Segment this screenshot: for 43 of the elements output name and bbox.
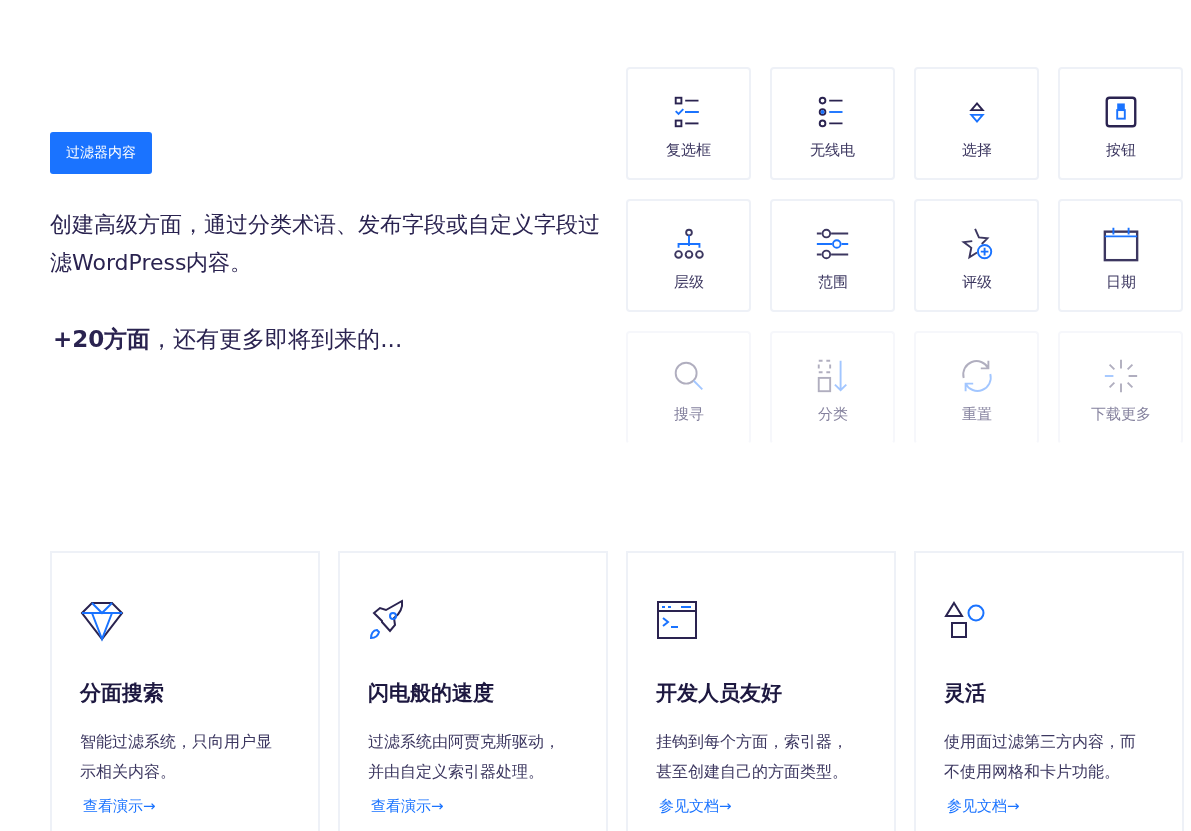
feature-description: 挂钩到每个方面，索引器，甚至创建自己的方面类型。 — [656, 731, 849, 783]
facet-tile[interactable]: 无线电 — [770, 67, 895, 180]
hierarchy-icon — [673, 228, 704, 259]
facet-tile[interactable]: 范围 — [770, 199, 895, 312]
feature-description: 使用面过滤第三方内容，而不使用网格和卡片功能。 — [944, 731, 1137, 783]
feature-link[interactable]: 参见文档→ — [659, 797, 732, 816]
facet-tile[interactable]: 分类 — [770, 331, 895, 444]
sort-icon — [817, 359, 847, 393]
switch-icon — [1105, 96, 1136, 128]
more-text: +20方面，还有更多即将到来的... — [53, 325, 404, 354]
feature-description: 智能过滤系统，只向用户显示相关内容。 — [80, 731, 273, 783]
feature-title: 分面搜索 — [80, 680, 165, 707]
facet-tile[interactable]: 选择 — [914, 67, 1039, 180]
rocket-icon — [370, 600, 404, 639]
up-down-icon — [968, 102, 985, 123]
feature-description: 过滤系统由阿贾克斯驱动，并由自定义索引器处理。 — [368, 731, 561, 783]
facet-tile[interactable]: 按钮 — [1058, 67, 1183, 180]
facet-tile[interactable]: 下载更多 — [1058, 331, 1183, 444]
terminal-icon — [657, 601, 697, 639]
feature-link[interactable]: 查看演示→ — [371, 797, 444, 816]
feature-link[interactable]: 查看演示→ — [83, 797, 156, 816]
facet-tile[interactable]: 复选框 — [626, 67, 751, 180]
feature-link[interactable]: 参见文档→ — [947, 797, 1020, 816]
search-icon — [674, 361, 703, 391]
feature-title: 闪电般的速度 — [368, 680, 495, 707]
spinner-icon — [1103, 358, 1138, 394]
calendar-icon — [1103, 226, 1138, 262]
facet-tile[interactable]: 评级 — [914, 199, 1039, 312]
feature-title: 灵活 — [944, 680, 987, 707]
facet-tile[interactable]: 搜寻 — [626, 331, 751, 444]
content-badge: 过滤器内容 — [50, 132, 152, 174]
intro-text: 创建高级方面，通过分类术语、发布字段或自定义字段过滤WordPress内容。 — [50, 211, 600, 277]
facet-tile[interactable]: 日期 — [1058, 199, 1183, 312]
radio-list-icon — [818, 96, 843, 128]
sliders-icon — [815, 228, 849, 260]
refresh-icon — [961, 359, 992, 393]
checklist-icon — [674, 96, 699, 128]
facet-tile[interactable]: 层级 — [626, 199, 751, 312]
feature-title: 开发人员友好 — [656, 680, 783, 707]
diamond-icon — [80, 602, 124, 642]
facet-tile[interactable]: 重置 — [914, 331, 1039, 444]
shapes-icon — [944, 601, 985, 638]
star-plus-icon — [960, 227, 992, 260]
